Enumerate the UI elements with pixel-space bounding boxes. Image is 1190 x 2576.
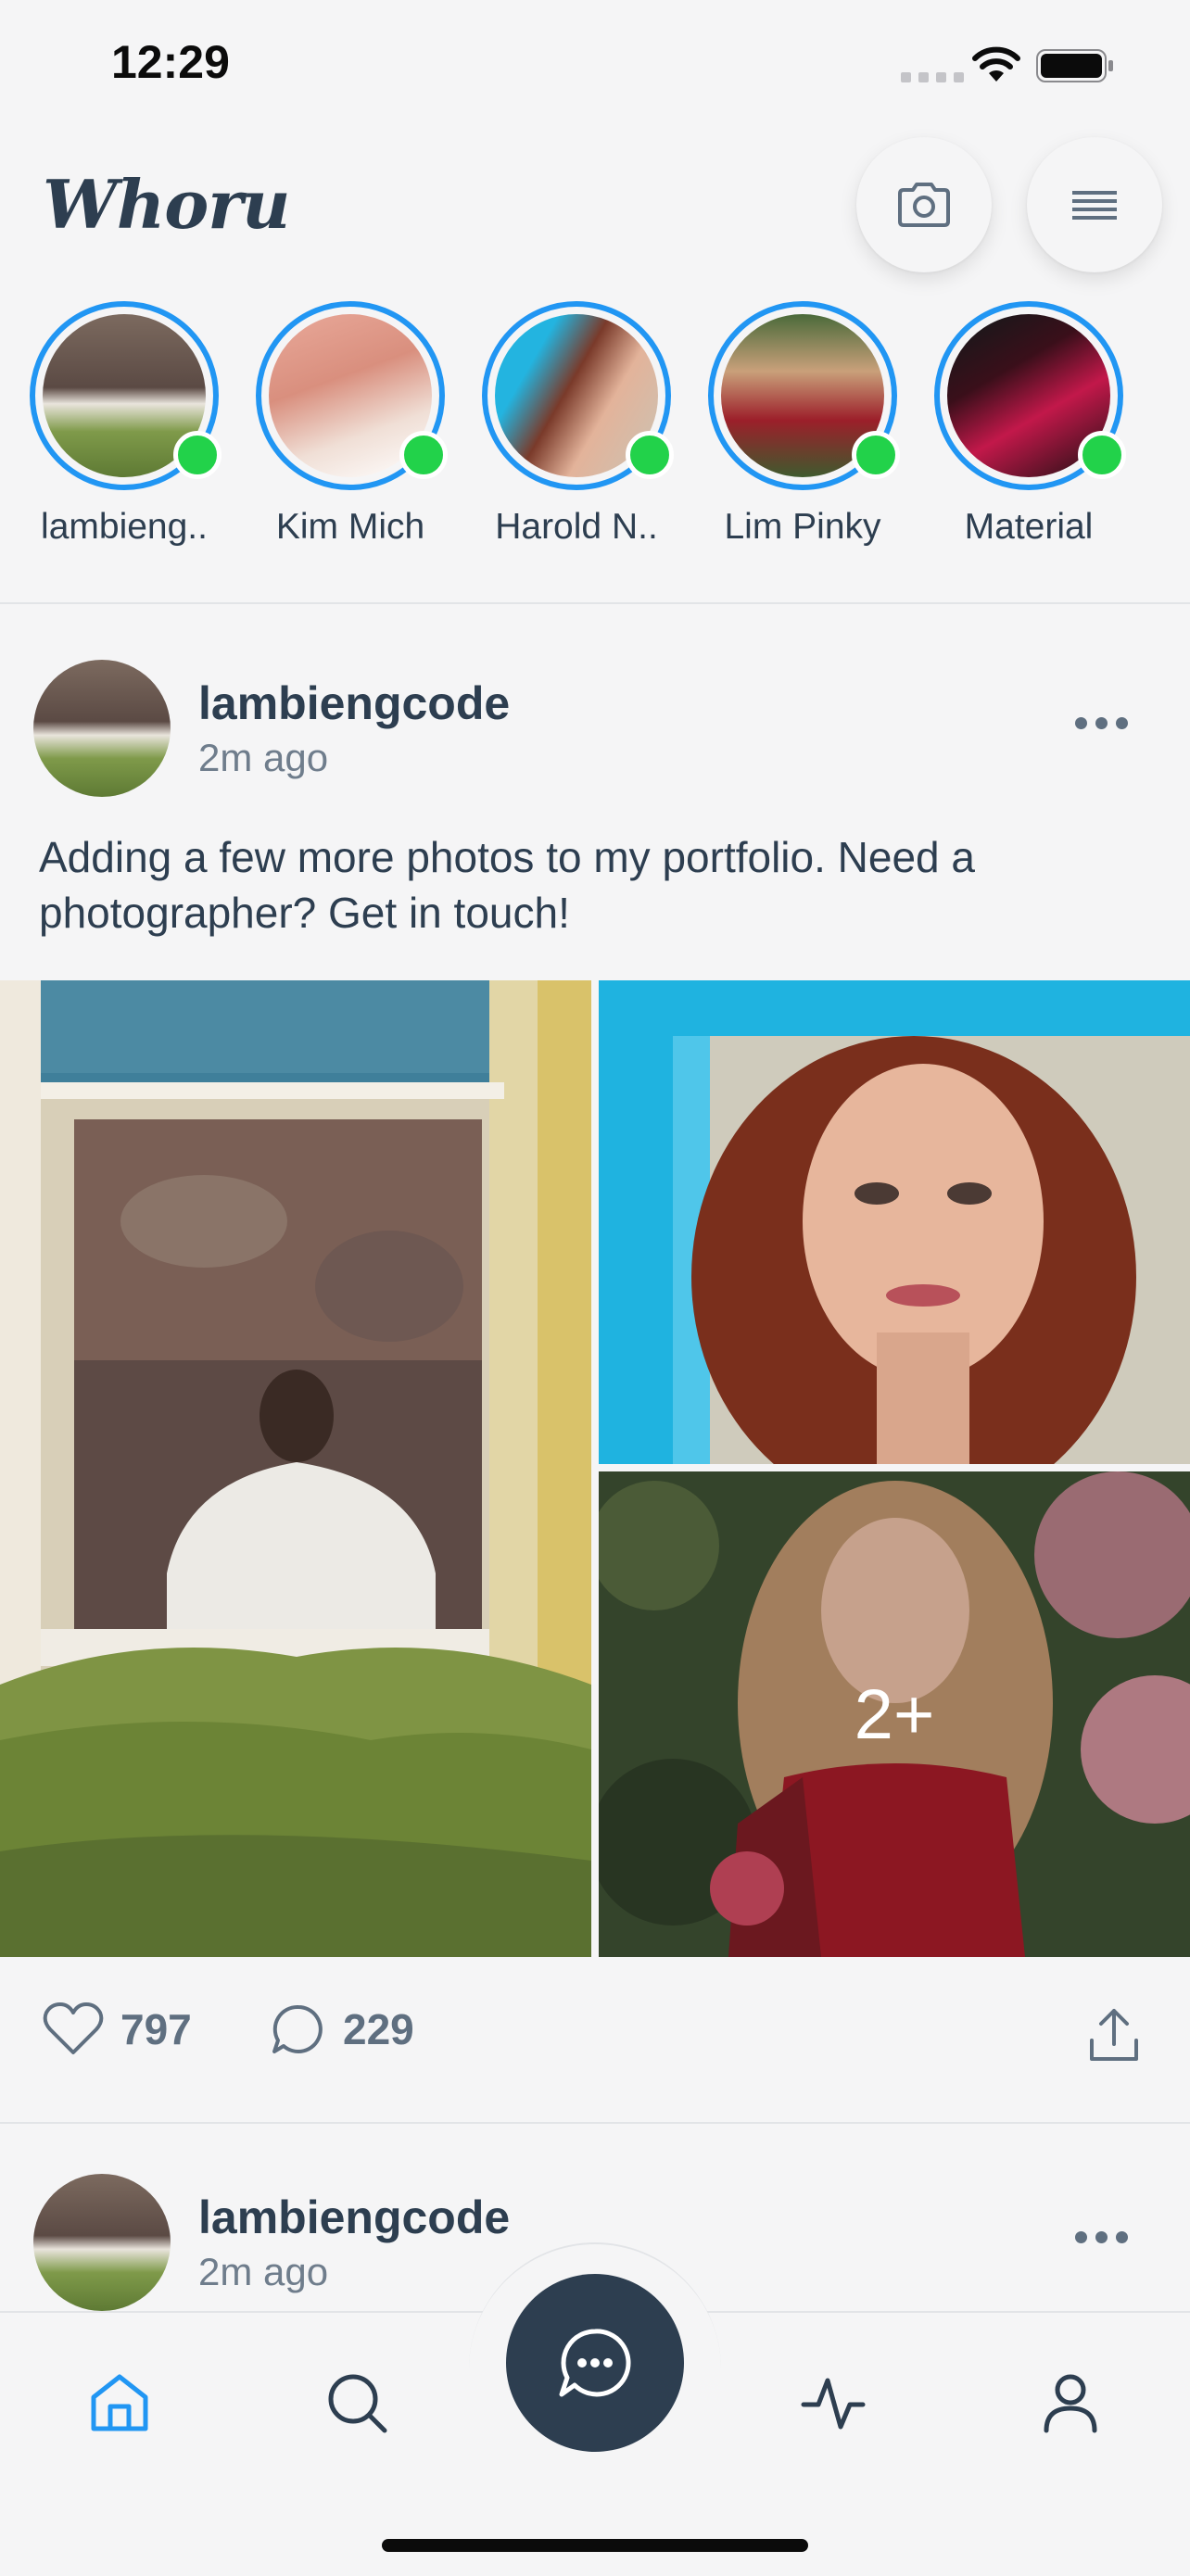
post-header: lambiengcode 2m ago — [0, 660, 1190, 808]
stories-row: lambieng.. Kim Mich Harold N.. Lim Pinky… — [0, 301, 1190, 561]
online-indicator — [1078, 431, 1126, 479]
app-logo: Whoru — [43, 165, 291, 244]
chat-icon — [559, 2329, 631, 2397]
battery-icon — [1036, 49, 1113, 82]
post-time: 2m ago — [198, 736, 329, 779]
post-gallery: 2+ — [0, 980, 1190, 1957]
author-avatar[interactable] — [33, 660, 171, 797]
menu-icon — [1072, 191, 1117, 220]
gallery-photo[interactable]: 2+ — [599, 1471, 1190, 1957]
post-time: 2m ago — [198, 2250, 329, 2293]
divider — [0, 2122, 1190, 2124]
gallery-photo[interactable] — [599, 980, 1190, 1464]
gallery-photo[interactable] — [0, 980, 591, 1957]
story-name: Lim Pinky — [724, 507, 881, 547]
app-header: Whoru — [0, 130, 1190, 287]
post-actions: 797 229 — [0, 2001, 1190, 2085]
comment-count: 229 — [343, 2005, 414, 2053]
story-name: Material — [964, 507, 1094, 547]
photo-boy-window — [0, 980, 591, 1957]
status-time: 12:29 — [111, 36, 230, 88]
like-button[interactable]: 797 — [43, 2001, 192, 2057]
post-author[interactable]: lambiengcode — [198, 2191, 510, 2244]
online-indicator — [626, 431, 674, 479]
online-indicator — [852, 431, 900, 479]
photo-woman-portrait — [599, 980, 1190, 1464]
online-indicator — [399, 431, 448, 479]
divider — [0, 602, 1190, 604]
story-name: Kim Mich — [275, 507, 425, 547]
home-icon — [91, 2374, 148, 2431]
online-indicator — [173, 431, 222, 479]
comment-button[interactable]: 229 — [271, 2001, 414, 2057]
tab-home[interactable] — [78, 2361, 161, 2444]
tab-search[interactable] — [315, 2361, 399, 2444]
tab-profile[interactable] — [1029, 2361, 1112, 2444]
camera-button[interactable] — [856, 137, 992, 272]
status-bar: 12:29 — [0, 0, 1190, 130]
like-count: 797 — [120, 2005, 192, 2053]
author-avatar[interactable] — [33, 2174, 171, 2311]
activity-icon — [801, 2378, 866, 2430]
share-icon[interactable] — [1086, 2007, 1142, 2065]
post-author[interactable]: lambiengcode — [198, 676, 510, 730]
menu-button[interactable] — [1027, 137, 1162, 272]
more-photos-overlay[interactable]: 2+ — [599, 1471, 1190, 1957]
wifi-icon — [972, 46, 1020, 82]
story-name: lambieng.. — [41, 507, 208, 547]
camera-icon — [898, 183, 950, 227]
cellular-signal-icon — [901, 72, 964, 82]
post-text: Adding a few more photos to my portfolio… — [39, 833, 976, 937]
comment-icon — [272, 2004, 323, 2053]
heart-icon — [43, 2002, 104, 2054]
story-name: Harold N.. — [495, 507, 658, 547]
home-indicator — [382, 2539, 808, 2552]
search-icon — [328, 2374, 387, 2433]
profile-icon — [1044, 2374, 1097, 2433]
more-options-button[interactable] — [1075, 2231, 1128, 2243]
chat-button[interactable] — [506, 2274, 684, 2452]
more-options-button[interactable] — [1075, 717, 1128, 729]
tab-activity[interactable] — [791, 2361, 875, 2444]
